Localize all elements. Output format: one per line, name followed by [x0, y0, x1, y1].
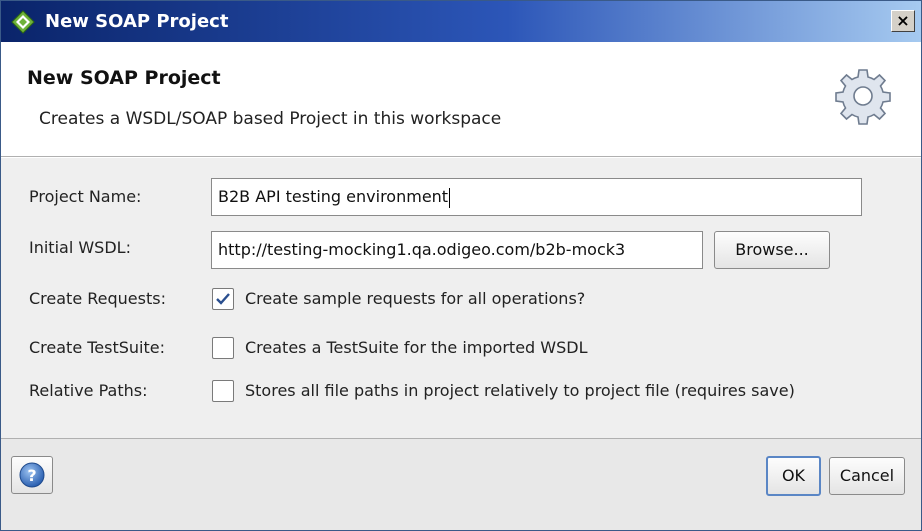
dialog-footer: ? OK Cancel	[1, 438, 921, 530]
header-title: New SOAP Project	[27, 67, 221, 89]
dialog-header: New SOAP Project Creates a WSDL/SOAP bas…	[1, 42, 921, 157]
create-requests-checkbox-label[interactable]: Create sample requests for all operation…	[245, 289, 585, 308]
soapui-logo-icon	[11, 10, 35, 34]
relative-paths-checkbox-label[interactable]: Stores all file paths in project relativ…	[245, 381, 795, 400]
checkmark-icon	[216, 293, 230, 305]
svg-text:?: ?	[27, 466, 36, 485]
cancel-button[interactable]: Cancel	[829, 457, 905, 495]
create-testsuite-label: Create TestSuite:	[29, 338, 166, 357]
create-requests-label: Create Requests:	[29, 289, 166, 308]
project-form: Project Name: B2B API testing environmen…	[1, 158, 921, 438]
browse-button[interactable]: Browse...	[714, 231, 830, 269]
initial-wsdl-input[interactable]: http://testing-mocking1.qa.odigeo.com/b2…	[211, 231, 703, 269]
create-requests-checkbox[interactable]	[212, 288, 234, 310]
initial-wsdl-value: http://testing-mocking1.qa.odigeo.com/b2…	[218, 240, 626, 259]
project-name-value: B2B API testing environment	[218, 187, 449, 206]
text-caret	[449, 187, 451, 208]
title-bar[interactable]: New SOAP Project ×	[1, 1, 921, 42]
create-testsuite-checkbox-label[interactable]: Creates a TestSuite for the imported WSD…	[245, 338, 587, 357]
close-button[interactable]: ×	[891, 10, 915, 32]
help-icon: ?	[19, 462, 45, 488]
window-title: New SOAP Project	[45, 11, 229, 32]
ok-button[interactable]: OK	[766, 456, 821, 496]
relative-paths-label: Relative Paths:	[29, 381, 148, 400]
new-soap-project-dialog: New SOAP Project × New SOAP Project Crea…	[0, 0, 922, 531]
relative-paths-checkbox[interactable]	[212, 380, 234, 402]
create-testsuite-checkbox[interactable]	[212, 337, 234, 359]
gear-icon	[835, 69, 891, 125]
initial-wsdl-label: Initial WSDL:	[29, 238, 131, 257]
project-name-input[interactable]: B2B API testing environment	[211, 178, 862, 216]
help-button[interactable]: ?	[11, 456, 53, 494]
header-description: Creates a WSDL/SOAP based Project in thi…	[39, 109, 502, 129]
project-name-label: Project Name:	[29, 187, 142, 206]
